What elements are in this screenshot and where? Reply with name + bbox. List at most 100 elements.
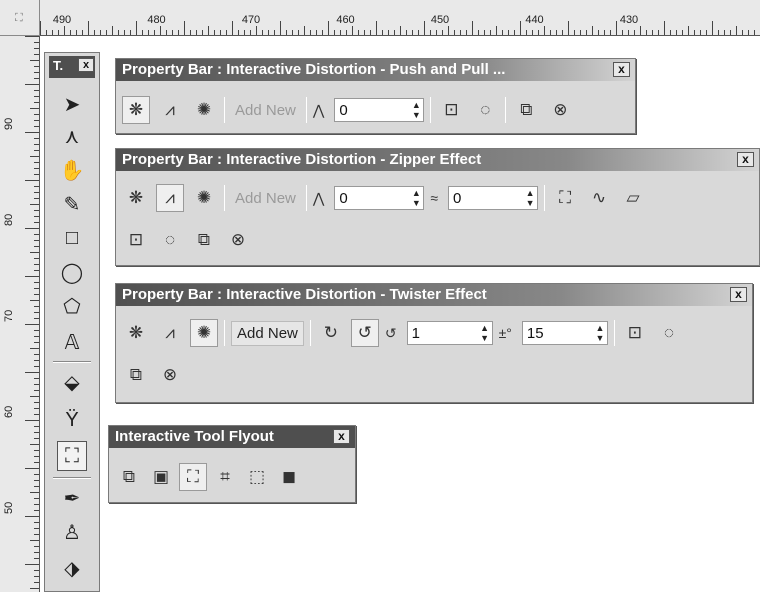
add-new-button[interactable]: Add New — [231, 190, 300, 207]
ruler-tick — [454, 30, 455, 35]
clear-distortion-icon[interactable]: ⊗ — [546, 96, 574, 124]
additional-degrees-spinner[interactable]: ▲ ▼ — [593, 322, 607, 344]
clockwise-rotation-icon[interactable]: ↻ — [317, 319, 345, 347]
ruler-tick — [268, 30, 269, 35]
convert-to-curves-icon[interactable]: ◌ — [655, 319, 683, 347]
text-tool-icon[interactable]: 𝔸 — [57, 327, 87, 357]
center-distortion-icon[interactable]: ⊡ — [122, 226, 150, 254]
push-pull-titlebar[interactable]: Property Bar : Interactive Distortion - … — [116, 59, 635, 81]
vertical-ruler[interactable]: 90 80 70 60 50 — [0, 36, 40, 592]
ruler-tick — [30, 396, 39, 397]
zipper-amplitude-value: 0 — [339, 189, 348, 207]
ruler-tick — [502, 30, 503, 35]
copy-distortion-icon[interactable]: ⧉ — [512, 96, 540, 124]
blend-tool-icon[interactable]: ⧉ — [115, 463, 143, 491]
smart-fill-tool-icon[interactable]: ✎ — [57, 189, 87, 219]
ruler-tick — [256, 26, 257, 35]
ruler-tick — [286, 30, 287, 35]
zipper-distortion-icon[interactable]: ⩘ — [156, 184, 184, 212]
envelope-tool-icon[interactable]: ⌗ — [211, 463, 239, 491]
extrude-tool-icon[interactable]: ⬚ — [243, 463, 271, 491]
push-pull-distortion-icon[interactable]: ❋ — [122, 96, 150, 124]
ruler-tick — [94, 30, 95, 35]
paint-bucket-tool-icon[interactable]: ⬗ — [57, 553, 87, 583]
ruler-tick — [490, 30, 491, 35]
zipper-amplitude-spinner[interactable]: ▲ ▼ — [409, 187, 423, 209]
local-distortion-icon[interactable]: ▱ — [619, 184, 647, 212]
rotations-field[interactable]: 1 ▲ ▼ — [406, 321, 493, 345]
flyout-titlebar[interactable]: Interactive Tool Flyout x — [109, 426, 355, 448]
ruler-tick — [34, 222, 39, 223]
zipper-close-button[interactable]: x — [737, 152, 754, 167]
toolbox-title[interactable]: T. x — [49, 56, 95, 78]
clear-distortion-icon[interactable]: ⊗ — [156, 361, 184, 389]
outline-pen-tool-icon[interactable]: ✒ — [57, 483, 87, 513]
zipper-titlebar[interactable]: Property Bar : Interactive Distortion - … — [116, 149, 759, 171]
ruler-tick — [358, 30, 359, 35]
ruler-tick — [106, 30, 107, 35]
zipper-frequency-field[interactable]: 0 ▲ ▼ — [448, 186, 539, 210]
clear-distortion-icon[interactable]: ⊗ — [224, 226, 252, 254]
push-pull-close-button[interactable]: x — [613, 62, 630, 77]
zipper-distortion-icon[interactable]: ⩘ — [156, 319, 184, 347]
zipper-amplitude-field[interactable]: 0 ▲ ▼ — [334, 186, 425, 210]
ruler-label: 490 — [52, 14, 72, 26]
ruler-tick — [412, 30, 413, 35]
ruler-tick — [694, 30, 695, 35]
center-distortion-icon[interactable]: ⊡ — [437, 96, 465, 124]
amplitude-field[interactable]: 0 ▲ ▼ — [334, 98, 425, 122]
twister-titlebar[interactable]: Property Bar : Interactive Distortion - … — [116, 284, 752, 306]
center-distortion-icon[interactable]: ⊡ — [621, 319, 649, 347]
ruler-tick — [34, 414, 39, 415]
rectangle-tool-icon[interactable]: □ — [57, 223, 87, 253]
copy-distortion-icon[interactable]: ⧉ — [122, 361, 150, 389]
ruler-tick — [640, 26, 641, 35]
distortion-tool-icon[interactable]: ⛶ — [179, 463, 207, 491]
polygon-tool-icon[interactable]: ⬠ — [57, 291, 87, 321]
twister-distortion-icon[interactable]: ✺ — [190, 96, 218, 124]
ruler-label: 470 — [241, 14, 261, 26]
ruler-tick — [658, 30, 659, 35]
pen-tool-icon[interactable]: ♙ — [57, 517, 87, 547]
contour-tool-icon[interactable]: ▣ — [147, 463, 175, 491]
rotations-spinner[interactable]: ▲ ▼ — [478, 322, 492, 344]
ruler-label: 430 — [619, 14, 639, 26]
toolbox-close-button[interactable]: x — [78, 58, 94, 72]
copy-distortion-icon[interactable]: ⧉ — [190, 226, 218, 254]
add-new-button[interactable]: Add New — [231, 320, 304, 346]
twister-title: Property Bar : Interactive Distortion - … — [122, 286, 487, 303]
ruler-tick — [670, 30, 671, 35]
toolbox-divider — [53, 361, 91, 363]
twister-distortion-icon[interactable]: ✺ — [190, 319, 218, 347]
random-distortion-icon[interactable]: ⛶ — [551, 184, 579, 212]
zipper-distortion-icon[interactable]: ⩘ — [156, 96, 184, 124]
drop-shadow-tool-icon[interactable]: ◼ — [275, 463, 303, 491]
ruler-tick — [112, 26, 113, 35]
twister-close-button[interactable]: x — [730, 287, 747, 302]
flyout-close-button[interactable]: x — [333, 429, 350, 444]
ruler-tick — [472, 21, 473, 35]
zipper-frequency-spinner[interactable]: ▲ ▼ — [523, 187, 537, 209]
shape-tool-icon[interactable]: ⋏ — [57, 121, 87, 151]
push-pull-distortion-icon[interactable]: ❋ — [122, 184, 150, 212]
ruler-corner[interactable]: ⛶ — [0, 0, 40, 36]
fill-tool-icon[interactable]: ⬙ — [57, 367, 87, 397]
twister-distortion-icon[interactable]: ✺ — [190, 184, 218, 212]
ellipse-tool-icon[interactable]: ◯ — [57, 257, 87, 287]
smooth-distortion-icon[interactable]: ∿ — [585, 184, 613, 212]
interactive-distortion-tool-icon[interactable]: ⛶ — [57, 441, 87, 471]
ruler-tick — [448, 26, 449, 35]
counterclockwise-rotation-icon[interactable]: ↺ — [350, 319, 379, 347]
pan-tool-icon[interactable]: ✋ — [57, 155, 87, 185]
convert-to-curves-icon[interactable]: ◌ — [156, 226, 184, 254]
push-pull-distortion-icon[interactable]: ❋ — [122, 319, 150, 347]
eyedropper-tool-icon[interactable]: Ÿ — [57, 405, 87, 435]
horizontal-ruler[interactable]: 490 480 470 460 450 440 430 — [40, 0, 760, 36]
convert-to-curves-icon[interactable]: ◌ — [471, 96, 499, 124]
ruler-tick — [34, 432, 39, 433]
amplitude-spinner[interactable]: ▲ ▼ — [409, 99, 423, 121]
additional-degrees-field[interactable]: 15 ▲ ▼ — [521, 321, 608, 345]
add-new-button[interactable]: Add New — [231, 102, 300, 119]
pick-tool-icon[interactable]: ➤ — [57, 89, 87, 119]
ruler-tick — [30, 540, 39, 541]
